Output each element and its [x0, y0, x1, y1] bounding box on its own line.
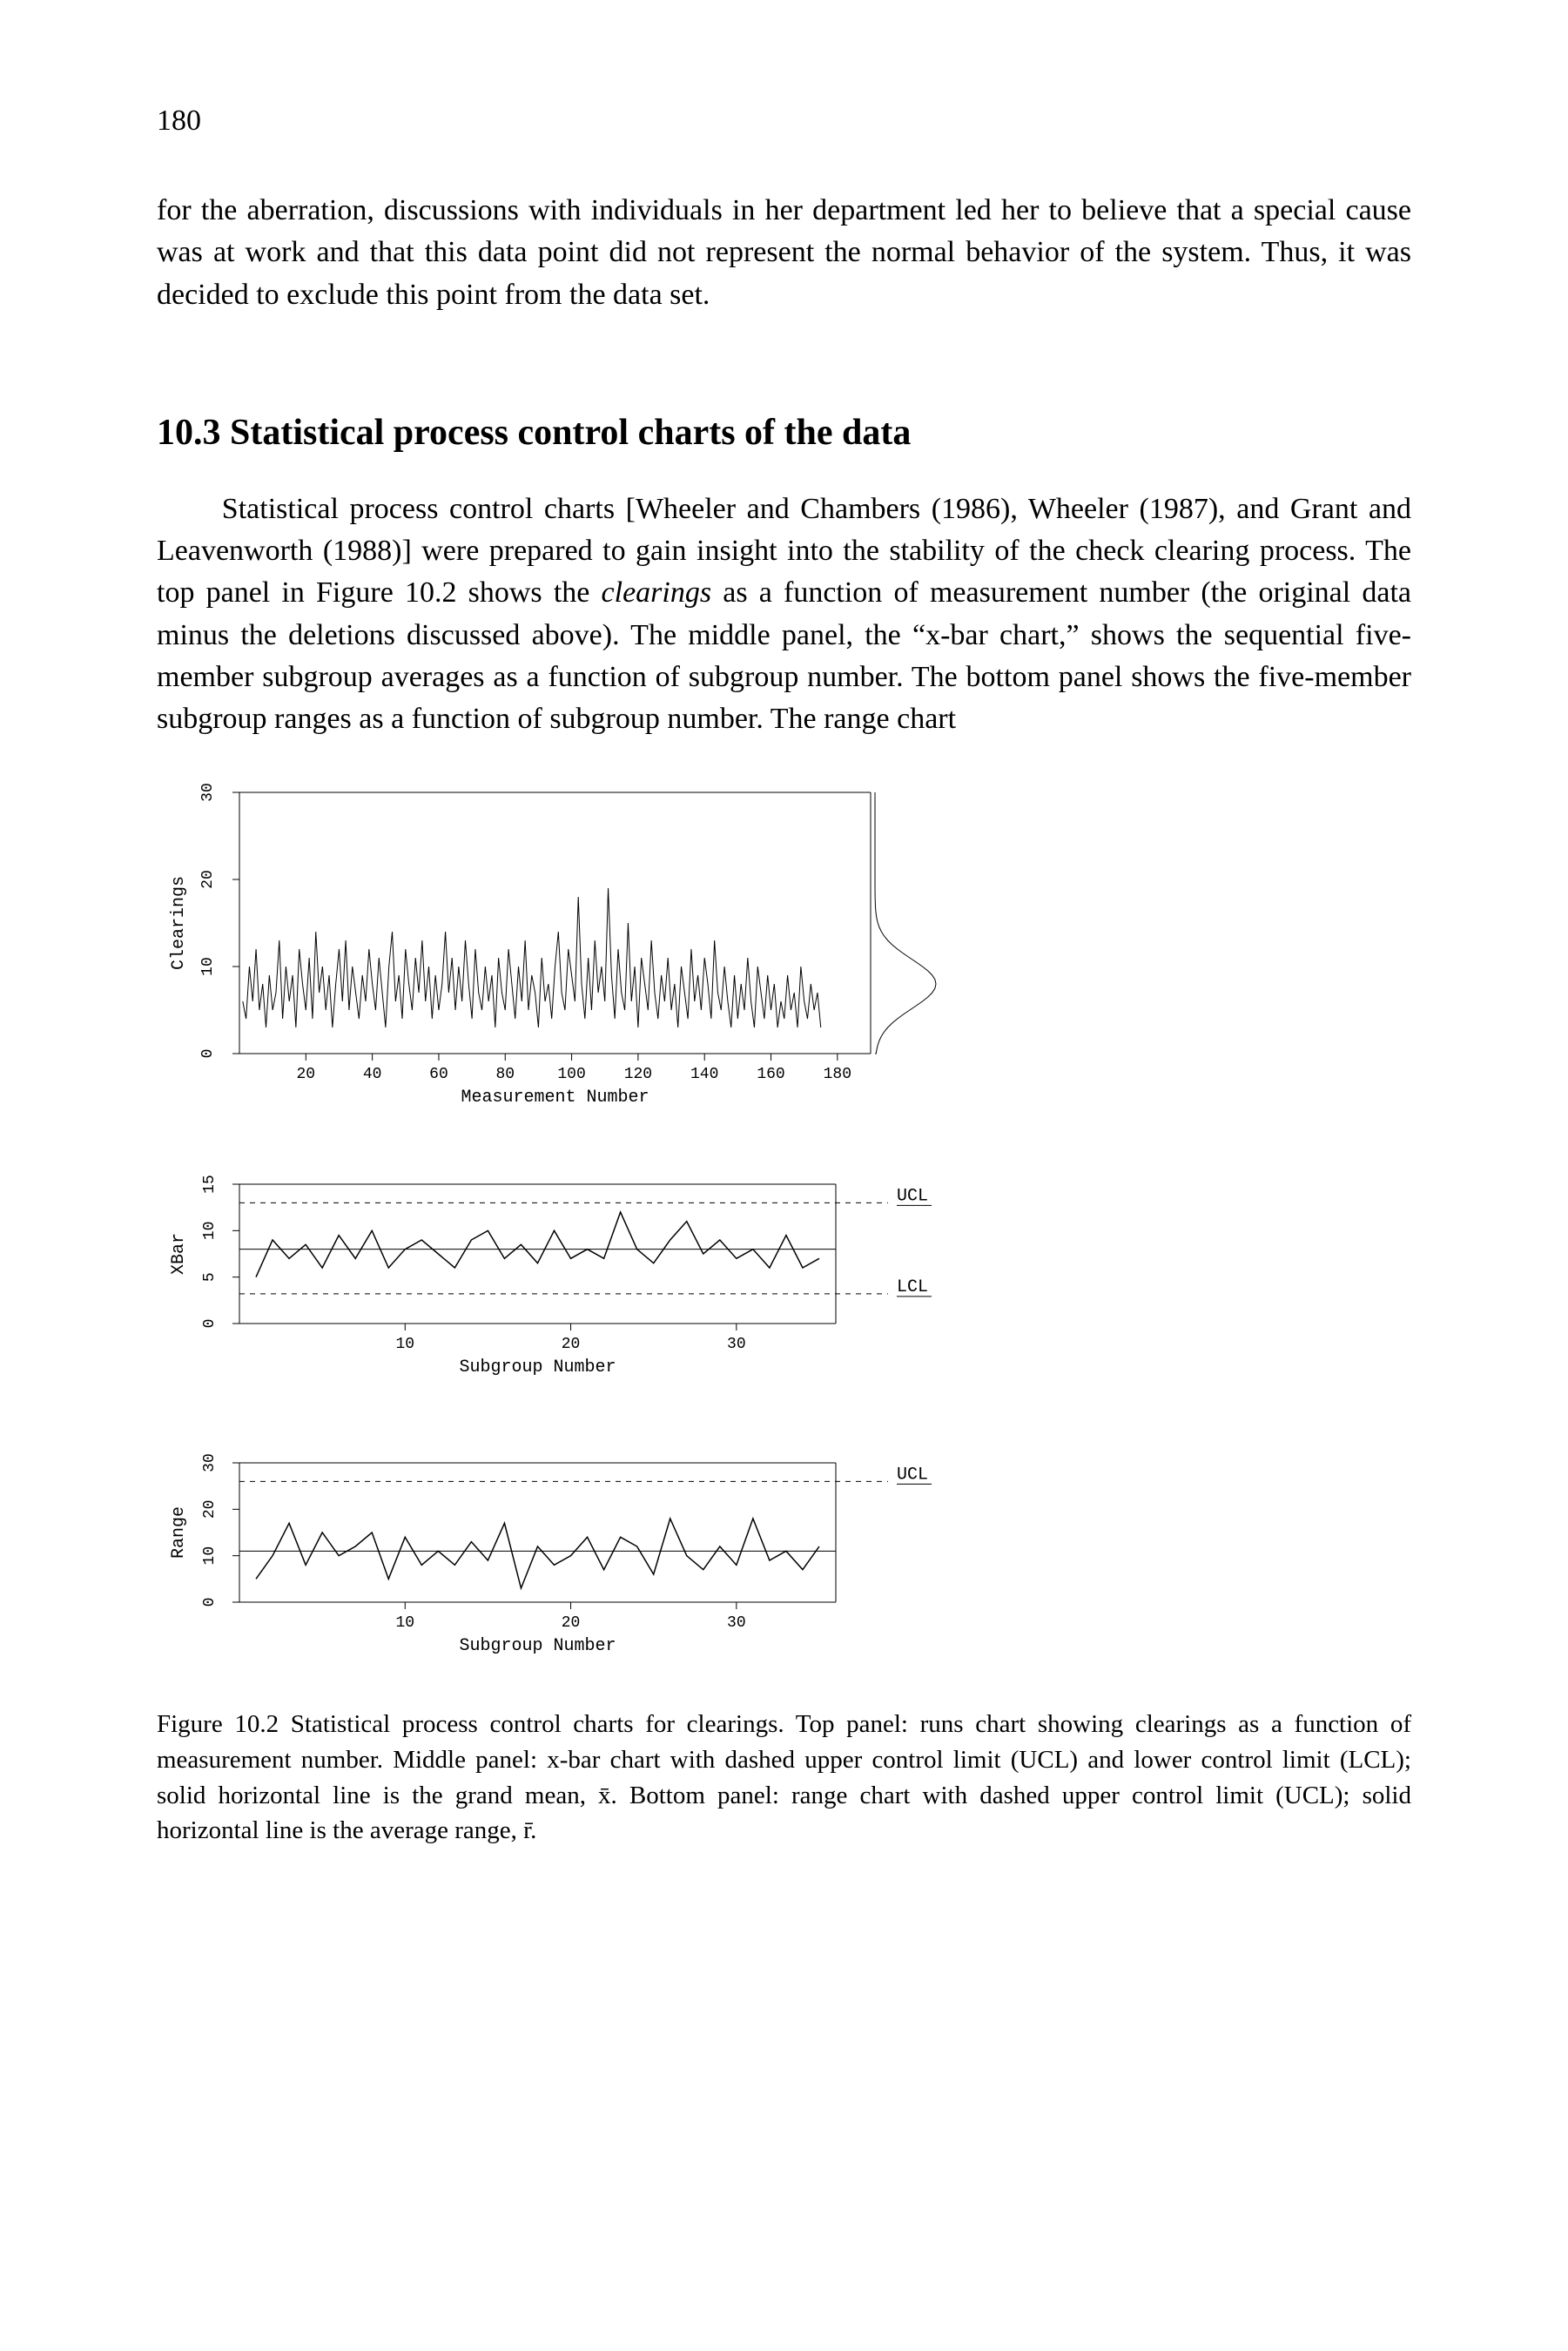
svg-text:20: 20: [201, 1500, 219, 1519]
svg-text:10: 10: [199, 958, 217, 977]
svg-text:10: 10: [395, 1336, 414, 1353]
svg-text:XBar: XBar: [169, 1233, 189, 1275]
svg-text:15: 15: [201, 1176, 219, 1195]
svg-text:10: 10: [395, 1614, 414, 1632]
svg-text:160: 160: [757, 1066, 784, 1083]
svg-text:Subgroup Number: Subgroup Number: [459, 1357, 616, 1378]
svg-text:10: 10: [201, 1546, 219, 1566]
clearings-italic: clearings: [602, 576, 712, 609]
svg-text:Measurement Number: Measurement Number: [461, 1088, 649, 1108]
svg-text:120: 120: [624, 1066, 652, 1083]
svg-text:10: 10: [201, 1222, 219, 1241]
svg-text:LCL: LCL: [897, 1277, 928, 1297]
svg-text:30: 30: [727, 1336, 746, 1353]
svg-text:180: 180: [824, 1066, 851, 1083]
svg-text:0: 0: [201, 1598, 219, 1607]
svg-text:140: 140: [690, 1066, 718, 1083]
intro-paragraph: for the aberration, discussions with ind…: [157, 190, 1411, 316]
svg-text:60: 60: [429, 1066, 448, 1083]
section-paragraph: Statistical process control charts [Whee…: [157, 488, 1411, 741]
svg-text:20: 20: [199, 871, 217, 890]
xbar-chart: 0 5 10 15 10 20 30 Subgroup Number XBar UCL LCL: [157, 1167, 940, 1393]
svg-text:0: 0: [201, 1319, 219, 1329]
svg-text:UCL: UCL: [897, 1465, 928, 1485]
svg-text:5: 5: [201, 1273, 219, 1283]
page-number: 180: [157, 104, 1411, 138]
svg-text:0: 0: [199, 1049, 217, 1059]
figure-10-2: 010203020406080100120140160180Measuremen…: [157, 775, 1411, 1672]
svg-text:30: 30: [201, 1454, 219, 1473]
svg-text:30: 30: [199, 784, 217, 803]
svg-text:Range: Range: [169, 1506, 189, 1559]
svg-text:20: 20: [562, 1336, 581, 1353]
page: 180 for the aberration, discussions with…: [0, 0, 1568, 2351]
svg-text:20: 20: [297, 1066, 316, 1083]
svg-text:Subgroup Number: Subgroup Number: [459, 1636, 616, 1656]
section-heading: 10.3 Statistical process control charts …: [157, 412, 1411, 454]
svg-text:Clearings: Clearings: [169, 876, 189, 970]
svg-text:UCL: UCL: [897, 1187, 928, 1207]
clearings-runs-chart: 0 10 20 30 20 40 60 80 100 120 140 160 180 Measuremen…: [157, 775, 940, 1115]
range-chart: 0 10 20 30 10 20 30 Subgroup Number Range UCL: [157, 1445, 940, 1672]
svg-text:100: 100: [557, 1066, 585, 1083]
svg-text:20: 20: [562, 1614, 581, 1632]
svg-text:40: 40: [363, 1066, 382, 1083]
svg-text:80: 80: [495, 1066, 515, 1083]
svg-text:30: 30: [727, 1614, 746, 1632]
figure-caption: Figure 10.2 Statistical process control …: [157, 1707, 1411, 1848]
